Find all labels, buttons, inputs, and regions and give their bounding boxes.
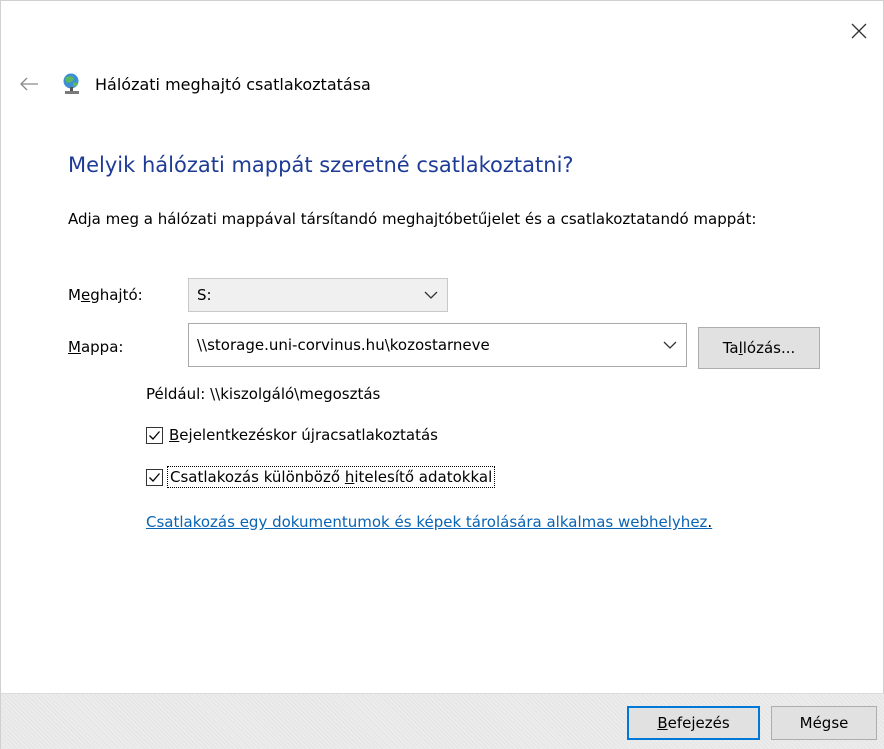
example-path-text: Például: \\kiszolgáló\megosztás xyxy=(146,385,381,403)
chevron-down-icon xyxy=(424,291,438,299)
connect-to-website-link[interactable]: Csatlakozás egy dokumentumok és képek tá… xyxy=(146,513,712,531)
drive-label: Meghajtó: xyxy=(68,286,143,304)
network-drive-icon xyxy=(63,73,79,94)
different-credentials-checkbox-row[interactable]: Csatlakozás különböző hitelesítő adatokk… xyxy=(146,466,496,488)
folder-label: Mappa: xyxy=(68,338,124,356)
folder-path-value: \\storage.uni-corvinus.hu\kozostarneve xyxy=(197,336,490,354)
window-title: Hálózati meghajtó csatlakoztatása xyxy=(95,74,371,94)
reconnect-at-signin-checkbox-row[interactable]: Bejelentkezéskor újracsatlakoztatás xyxy=(146,426,438,444)
title-bar: Hálózati meghajtó csatlakoztatása xyxy=(19,67,371,101)
drive-letter-value: S: xyxy=(197,286,212,304)
back-button[interactable] xyxy=(19,69,47,99)
page-heading: Melyik hálózati mappát szeretné csatlako… xyxy=(68,153,574,177)
close-button[interactable] xyxy=(841,13,877,49)
checkmark-icon xyxy=(149,430,160,440)
credentials-label: Csatlakozás különböző hitelesítő adatokk… xyxy=(166,466,496,488)
folder-path-combobox[interactable]: \\storage.uni-corvinus.hu\kozostarneve xyxy=(188,323,687,367)
checkmark-icon xyxy=(149,472,160,482)
credentials-checkbox[interactable] xyxy=(146,468,163,486)
close-icon xyxy=(851,23,867,39)
finish-button[interactable]: Befejezés xyxy=(627,706,760,740)
drive-letter-select[interactable]: S: xyxy=(188,278,448,312)
chevron-down-icon xyxy=(663,341,677,349)
link-suffix: . xyxy=(707,513,713,531)
map-network-drive-dialog: Hálózati meghajtó csatlakoztatása Melyik… xyxy=(0,0,884,749)
dialog-footer: Befejezés Mégse xyxy=(1,693,884,749)
reconnect-label: Bejelentkezéskor újracsatlakoztatás xyxy=(169,426,438,444)
back-arrow-icon xyxy=(20,77,38,91)
reconnect-checkbox[interactable] xyxy=(146,426,163,444)
instructions-text: Adja meg a hálózati mappával társítandó … xyxy=(68,210,757,228)
browse-button[interactable]: Ta l lózás... xyxy=(698,327,820,369)
cancel-button[interactable]: Mégse xyxy=(771,706,877,740)
